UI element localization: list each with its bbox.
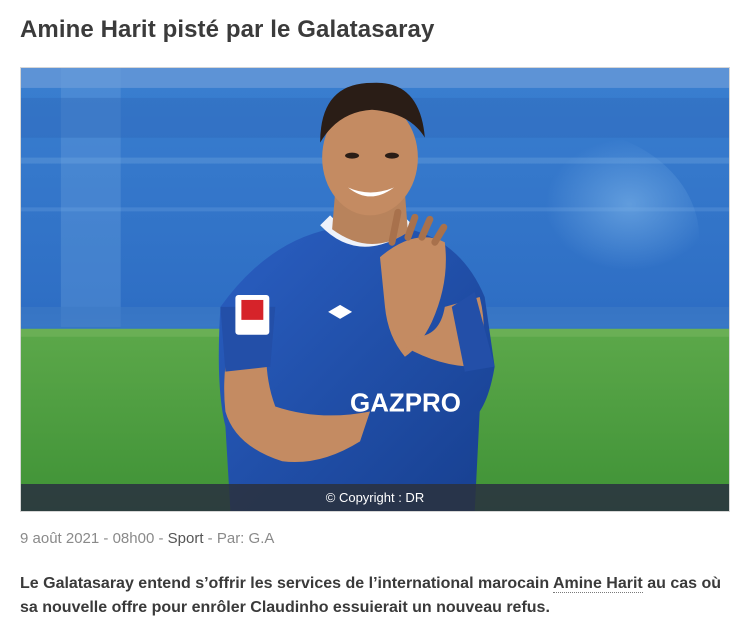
- article-title: Amine Harit pisté par le Galatasaray: [20, 16, 435, 43]
- lead-text-start: Le Galatasaray entend s’offrir les servi…: [20, 575, 553, 592]
- player-photo: GAZPRO: [21, 68, 729, 511]
- publish-date: 9 août 2021 - 08h00: [20, 530, 155, 547]
- image-caption: © Copyright : DR: [21, 484, 729, 511]
- player-link[interactable]: Amine Harit: [552, 575, 643, 593]
- article-lead: Le Galatasaray entend s’offrir les servi…: [20, 572, 725, 620]
- article-meta: 9 août 2021 - 08h00 - Sport - Par: G.A: [20, 530, 274, 547]
- meta-separator: -: [154, 530, 168, 547]
- meta-separator: -: [203, 530, 217, 547]
- sponsor-logo: GAZPRO: [350, 389, 461, 417]
- article-image[interactable]: GAZPRO © Copyright : DR: [20, 67, 730, 512]
- category-link[interactable]: Sport: [168, 530, 204, 547]
- author-byline: Par: G.A: [216, 530, 275, 547]
